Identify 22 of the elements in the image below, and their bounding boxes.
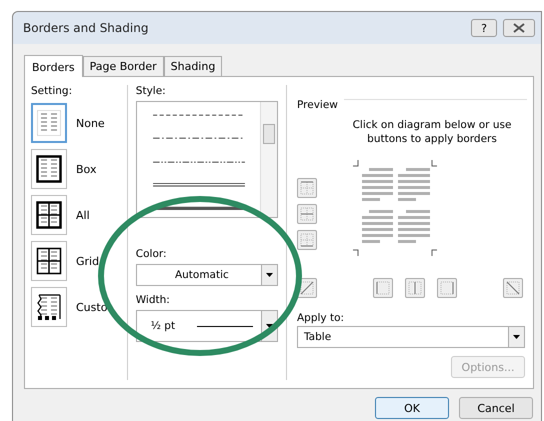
apply-to-label: Apply to: xyxy=(297,312,346,324)
color-label: Color: xyxy=(136,248,168,260)
style-label: Style: xyxy=(136,85,167,97)
setting-label: Box xyxy=(76,162,96,176)
width-label: Width: xyxy=(136,294,171,306)
tab[interactable]: Shading xyxy=(164,56,222,76)
dialog-button[interactable]: OK xyxy=(375,397,449,419)
setting-label: All xyxy=(76,208,90,222)
dialog-button[interactable]: Cancel xyxy=(459,397,533,419)
window-title: Borders and Shading xyxy=(23,21,148,35)
width-dropdown[interactable]: ½ pt xyxy=(136,310,278,342)
setting-label: Grid xyxy=(76,254,100,268)
help-button[interactable]: ? xyxy=(471,19,497,37)
preview-label: Preview xyxy=(297,99,338,111)
setting-label: Setting: xyxy=(31,85,74,97)
preview-hint: Click on diagram below or use buttons to apply borders xyxy=(352,118,512,146)
tab[interactable]: Page Border xyxy=(82,56,164,76)
color-dropdown[interactable]: Automatic xyxy=(136,264,278,286)
apply-to-dropdown[interactable]: Table xyxy=(297,326,525,348)
setting-label: Custo xyxy=(76,300,108,314)
tab[interactable]: Borders xyxy=(24,55,83,77)
setting-label: None xyxy=(76,116,105,130)
